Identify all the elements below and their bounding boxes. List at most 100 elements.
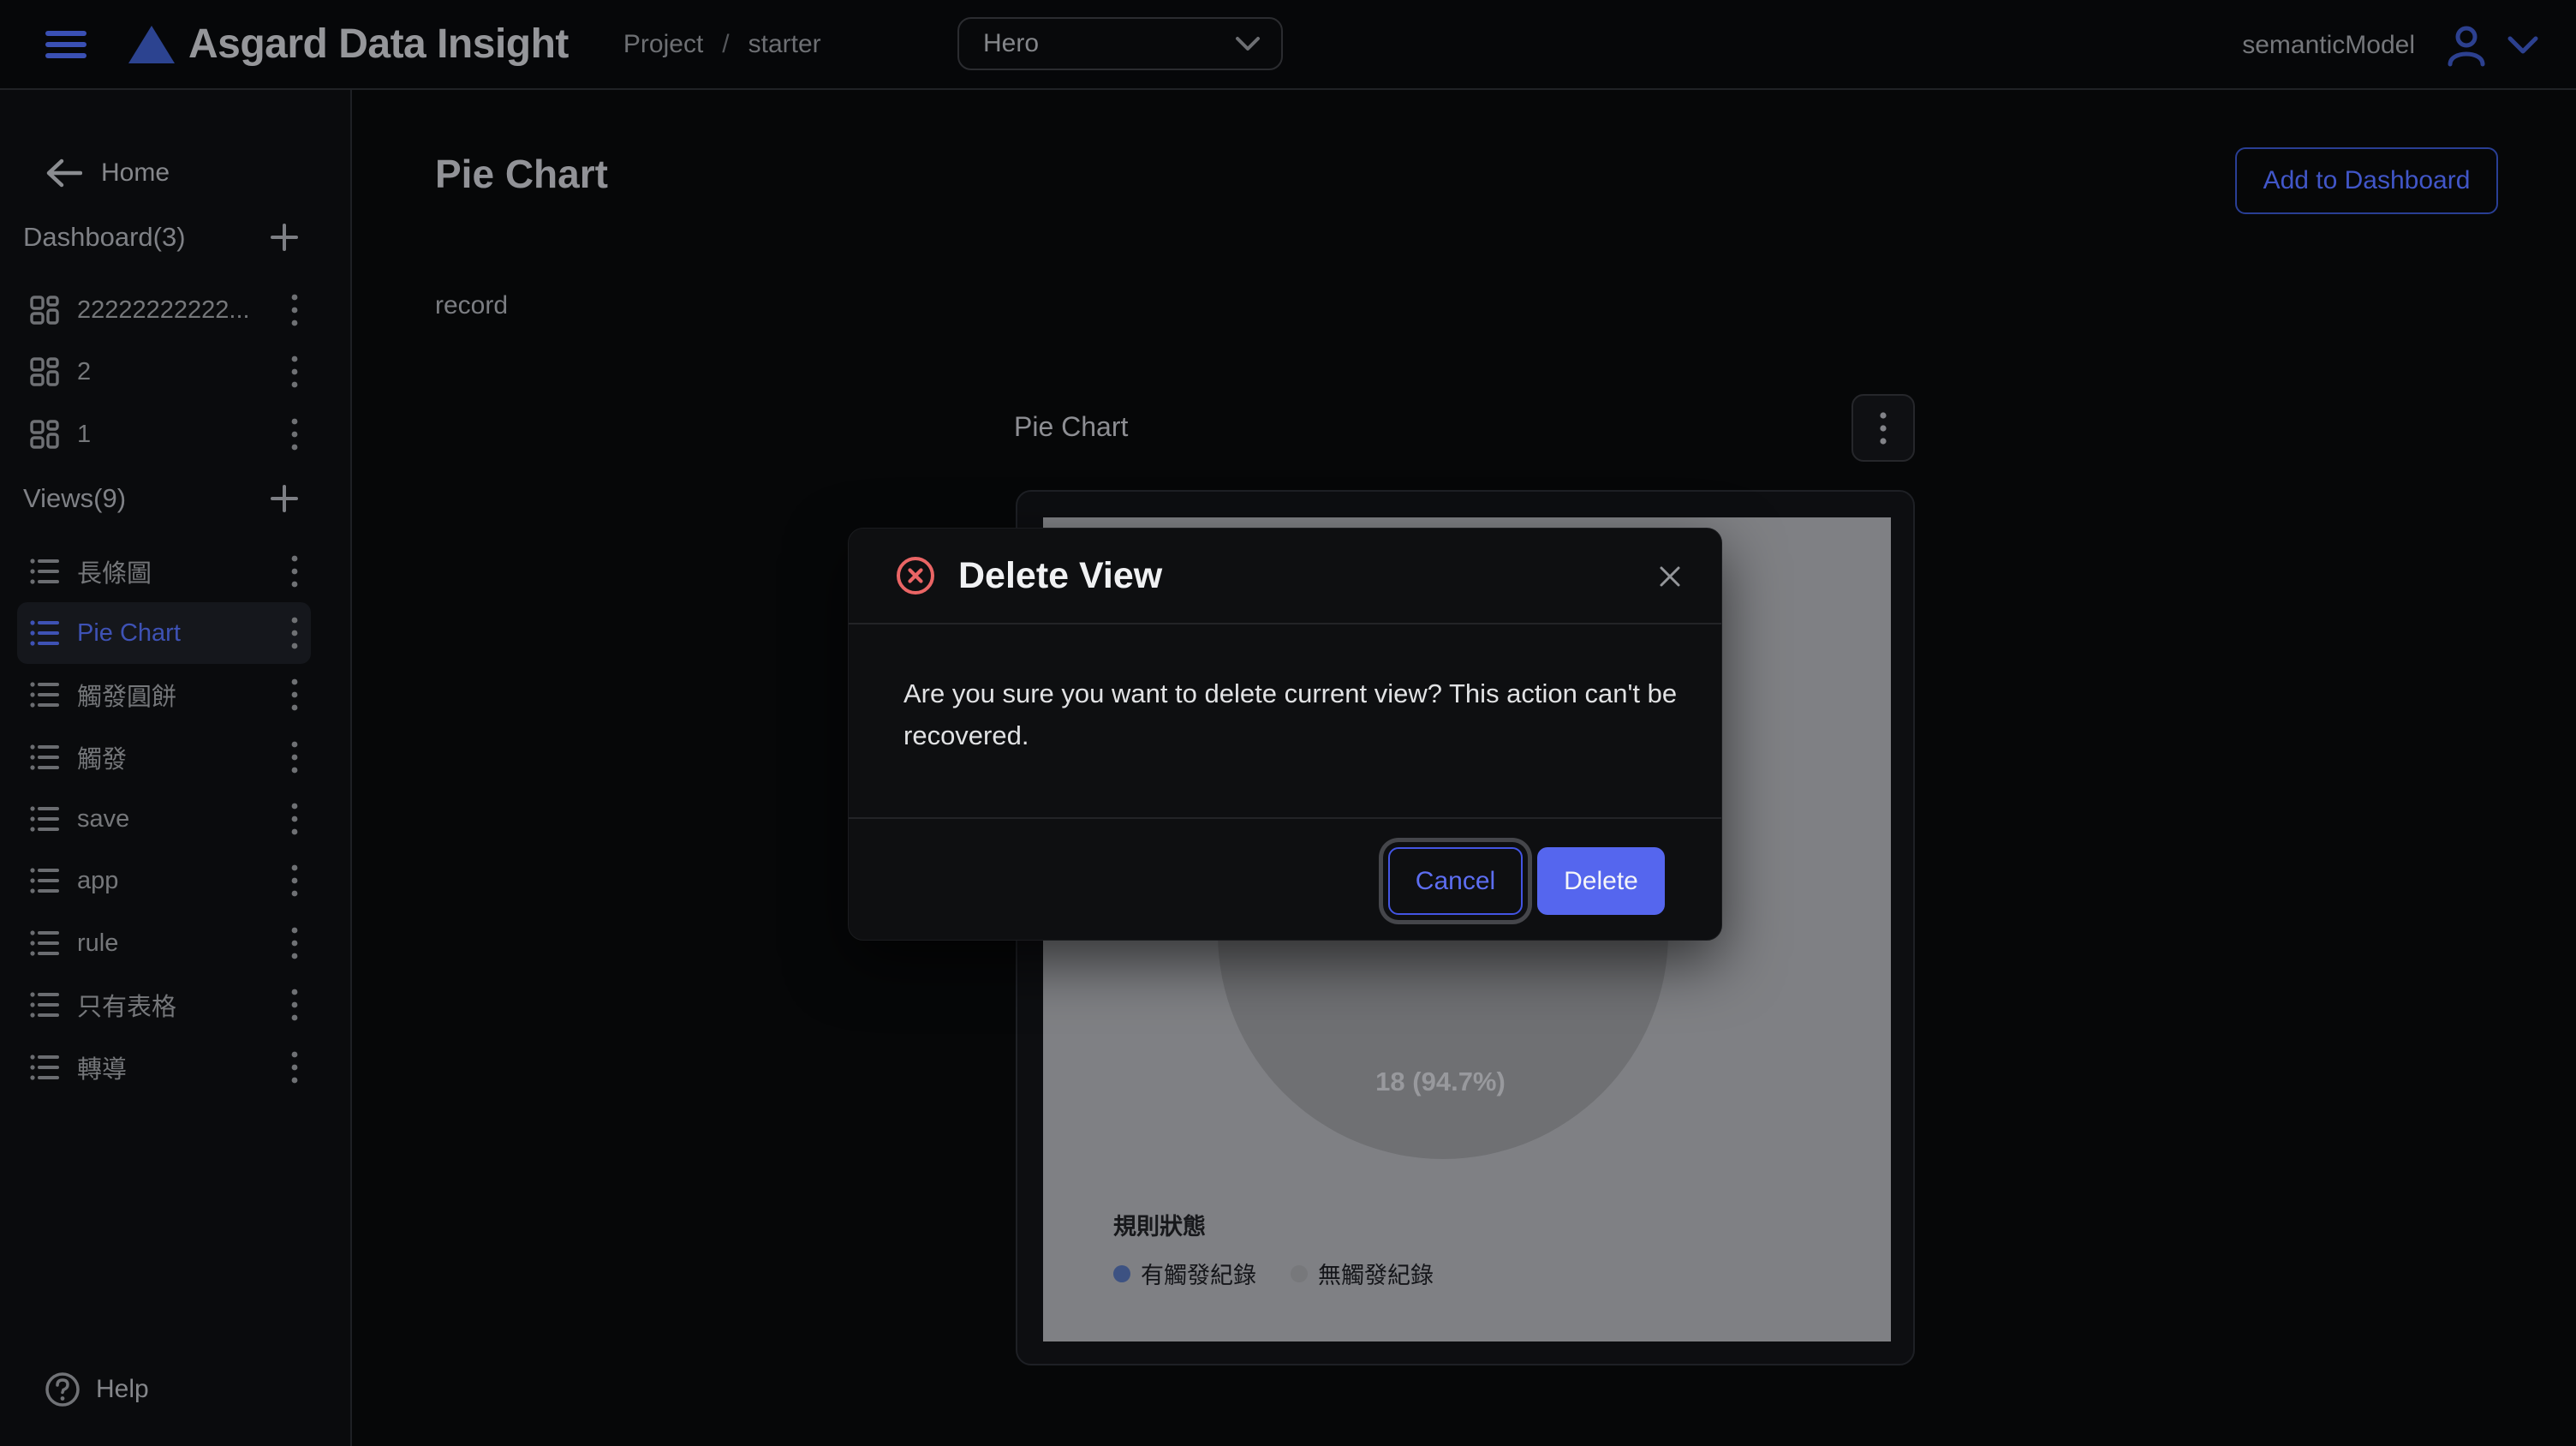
- legend-label-untriggered[interactable]: 無觸發紀錄: [1318, 1257, 1434, 1290]
- page-title: Pie Chart: [435, 151, 608, 197]
- kebab-menu-icon[interactable]: [290, 416, 299, 452]
- sidebar-home-label: Home: [101, 158, 170, 188]
- navbar-right: semanticModel: [2242, 0, 2540, 90]
- view-item-label: 觸發圓餅: [77, 677, 176, 713]
- legend-label-triggered[interactable]: 有觸發紀錄: [1141, 1257, 1256, 1290]
- add-to-dashboard-button[interactable]: Add to Dashboard: [2235, 147, 2498, 214]
- sidebar-home-button[interactable]: Home: [45, 142, 170, 204]
- legend-dot-untriggered[interactable]: [1291, 1265, 1308, 1282]
- view-item-label: rule: [77, 929, 118, 958]
- views-section-title: Views(9): [23, 483, 126, 514]
- breadcrumb-project[interactable]: Project: [623, 30, 703, 59]
- top-navbar: Asgard Data Insight Project / starter He…: [0, 0, 2576, 90]
- logo-triangle-icon: [128, 26, 175, 63]
- help-circle-icon: [45, 1371, 80, 1407]
- view-item-label: app: [77, 867, 118, 895]
- sidebar-view-item[interactable]: 觸發: [17, 726, 311, 788]
- modal-buttons: Cancel Delete: [1388, 847, 1665, 915]
- list-icon: [29, 989, 60, 1020]
- list-icon: [29, 679, 60, 710]
- list-icon: [29, 742, 60, 773]
- view-item-label: 觸發: [77, 739, 127, 775]
- view-item-label: 轉導: [77, 1049, 127, 1085]
- sidebar-view-item[interactable]: rule: [17, 912, 311, 974]
- kebab-menu-icon[interactable]: [290, 677, 299, 713]
- views-section-header: Views(9): [23, 473, 299, 524]
- modal-message: Are you sure you want to delete current …: [903, 672, 1683, 756]
- cancel-button[interactable]: Cancel: [1388, 847, 1523, 915]
- chart-legend: 規則狀態 有觸發紀錄 無觸發紀錄: [1113, 1208, 1468, 1290]
- legend-title: 規則狀態: [1113, 1208, 1468, 1241]
- sidebar-dashboard-item[interactable]: 2: [17, 341, 311, 403]
- sidebar-view-item[interactable]: 轉導: [17, 1037, 311, 1098]
- add-dashboard-plus-icon[interactable]: [270, 223, 299, 252]
- list-icon: [29, 1052, 60, 1083]
- semantic-model-label: semanticModel: [2242, 31, 2415, 60]
- view-select-value: Hero: [983, 29, 1235, 58]
- kebab-menu-icon[interactable]: [290, 987, 299, 1023]
- kebab-menu-icon: [1879, 409, 1887, 447]
- close-x-icon: [1657, 564, 1683, 589]
- kebab-menu-icon[interactable]: [290, 863, 299, 899]
- list-icon: [29, 556, 60, 587]
- list-icon: [29, 865, 60, 896]
- breadcrumb-current[interactable]: starter: [748, 30, 821, 59]
- modal-title: Delete View: [958, 555, 1162, 597]
- breadcrumb-separator: /: [722, 30, 729, 59]
- pie-slice-label: 18 (94.7%): [1375, 1067, 1506, 1097]
- chart-options-button[interactable]: [1852, 394, 1915, 462]
- user-icon[interactable]: [2444, 23, 2489, 68]
- delete-button[interactable]: Delete: [1537, 847, 1665, 915]
- modal-header: Delete View: [849, 529, 1721, 624]
- list-icon: [29, 804, 60, 834]
- kebab-menu-icon[interactable]: [290, 553, 299, 589]
- legend-dot-triggered[interactable]: [1113, 1265, 1130, 1282]
- dashboard-grid-icon: [29, 356, 60, 387]
- sidebar-dashboard-item[interactable]: 1: [17, 403, 311, 465]
- view-select-dropdown[interactable]: Hero: [957, 17, 1283, 70]
- app-root: Asgard Data Insight Project / starter He…: [0, 0, 2576, 1446]
- chevron-down-icon: [1235, 36, 1261, 51]
- view-item-label: 只有表格: [77, 987, 176, 1023]
- sidebar-view-item-selected[interactable]: Pie Chart: [17, 602, 311, 664]
- account-chevron-down-icon[interactable]: [2506, 35, 2540, 56]
- list-icon: [29, 928, 60, 959]
- kebab-menu-icon[interactable]: [290, 615, 299, 651]
- sidebar-view-item[interactable]: app: [17, 850, 311, 911]
- sidebar-view-item[interactable]: save: [17, 788, 311, 850]
- sidebar-view-item[interactable]: 長條圖: [17, 541, 311, 602]
- modal-close-button[interactable]: [1649, 556, 1690, 597]
- dashboard-section-header: Dashboard(3): [23, 212, 299, 263]
- sidebar-view-item[interactable]: 觸發圓餅: [17, 664, 311, 726]
- dashboard-grid-icon: [29, 295, 60, 326]
- help-label: Help: [96, 1375, 149, 1404]
- back-arrow-icon: [45, 158, 82, 188]
- error-circle-x-icon: [895, 555, 936, 596]
- dashboard-grid-icon: [29, 419, 60, 450]
- kebab-menu-icon[interactable]: [290, 801, 299, 837]
- dashboard-item-label: 2: [77, 358, 91, 386]
- dashboard-section-title: Dashboard(3): [23, 222, 186, 253]
- chart-card-title: Pie Chart: [1014, 411, 1128, 443]
- sidebar-dashboard-item[interactable]: 22222222222...: [17, 279, 311, 341]
- sidebar-view-item[interactable]: 只有表格: [17, 974, 311, 1036]
- list-icon: [29, 618, 60, 648]
- record-label: record: [435, 291, 508, 320]
- modal-footer-divider: [849, 817, 1721, 819]
- breadcrumb: Project / starter: [623, 30, 821, 59]
- view-item-label: save: [77, 805, 129, 834]
- delete-view-modal: Delete View Are you sure you want to del…: [848, 528, 1722, 941]
- kebab-menu-icon[interactable]: [290, 739, 299, 775]
- help-button[interactable]: Help: [45, 1359, 149, 1420]
- kebab-menu-icon[interactable]: [290, 925, 299, 961]
- kebab-menu-icon[interactable]: [290, 354, 299, 390]
- kebab-menu-icon[interactable]: [290, 1049, 299, 1085]
- dashboard-item-label: 22222222222...: [77, 296, 250, 325]
- sidebar: Home Dashboard(3) 22222222222...: [0, 90, 352, 1446]
- hamburger-menu-icon[interactable]: [45, 27, 87, 62]
- view-item-label: 長條圖: [77, 553, 152, 589]
- app-title: Asgard Data Insight: [188, 21, 569, 68]
- view-item-label: Pie Chart: [77, 619, 181, 648]
- kebab-menu-icon[interactable]: [290, 292, 299, 328]
- add-view-plus-icon[interactable]: [270, 484, 299, 513]
